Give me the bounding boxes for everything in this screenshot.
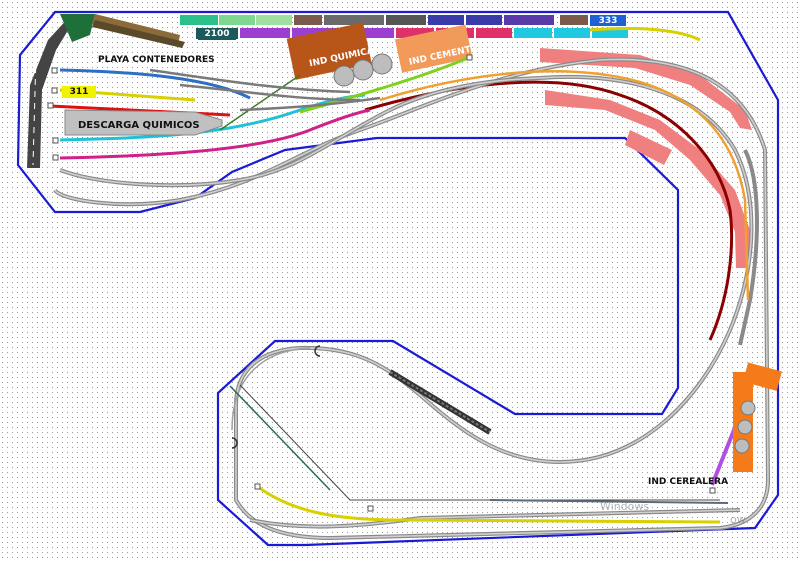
loco-2100-tag: 2100 <box>198 28 236 40</box>
label-descarga-quimicos: DESCARGA QUIMICOS <box>78 120 200 131</box>
label-ind-cerealera: IND CEREALERA <box>648 477 728 487</box>
track-darkred <box>364 80 734 341</box>
rolling-stock-top <box>180 15 628 39</box>
label-playa-contenedores: PLAYA CONTENEDORES <box>98 55 215 65</box>
loco-333-tag: 333 <box>590 15 626 26</box>
watermark-line2: ow <box>730 513 746 526</box>
layout-plan: PLAYA CONTENEDORES DESCARGA QUIMICOS IND… <box>16 10 782 547</box>
watermark-line1: Windows <box>600 500 650 513</box>
track-tealgreen <box>229 385 331 491</box>
windows-watermark: Windows ow <box>600 500 746 526</box>
loco-311-tag: 311 <box>62 86 96 98</box>
